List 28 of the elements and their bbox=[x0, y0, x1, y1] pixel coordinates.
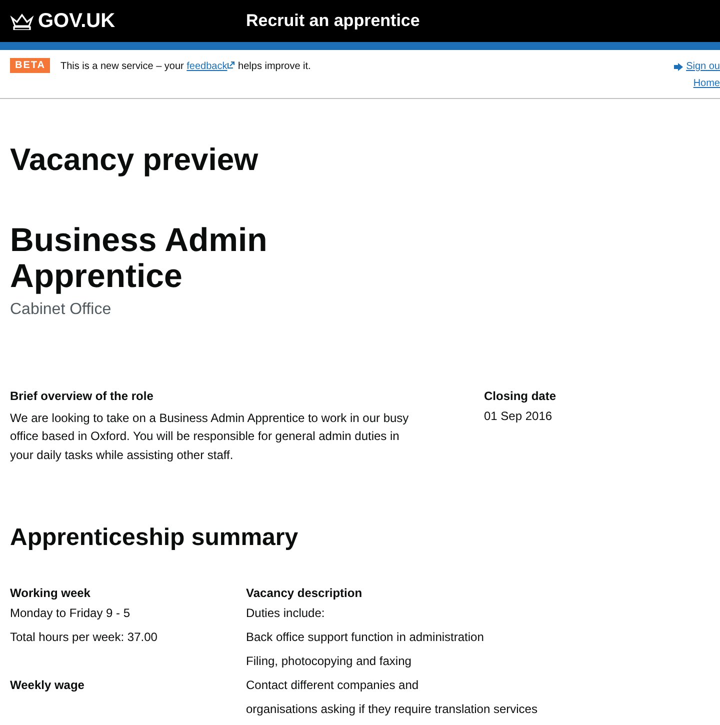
description-line: Back office support function in administration bbox=[246, 630, 485, 644]
service-name[interactable]: Recruit an apprentice bbox=[246, 11, 420, 31]
field-heading: Vacancy description bbox=[246, 586, 364, 600]
description-line: organisations asking if they require translation services bbox=[246, 702, 538, 716]
closing-date: 01 Sep 2016 bbox=[484, 408, 554, 423]
employer-name: Cabinet Office bbox=[10, 300, 112, 319]
feedback-link[interactable]: feedback bbox=[186, 61, 236, 72]
description-line: Contact different companies and bbox=[246, 678, 420, 692]
field-heading: Weekly wage bbox=[10, 678, 86, 692]
page-title: Vacancy preview bbox=[10, 142, 260, 178]
govuk-logo[interactable]: GOV.UK bbox=[38, 10, 116, 32]
crown-icon bbox=[10, 12, 34, 30]
description-line: Filing, photocopying and faxing bbox=[246, 654, 412, 668]
phase-banner-text: This is a new service – your feedback helps improve it. bbox=[60, 60, 311, 72]
overview-text: We are looking to take on a Business Admin Apprentice to work in our busy office based in Oxford. You will be responsible for general admin duties in your daily tasks while assisting other staff. bbox=[10, 410, 410, 464]
section-heading: Closing date bbox=[484, 388, 556, 403]
vacancy-title: Business Admin Apprentice bbox=[10, 222, 268, 295]
description-line: Duties include: bbox=[246, 606, 326, 620]
sign-out-link[interactable]: Sign ou bbox=[674, 61, 720, 72]
home-link[interactable]: Home bbox=[693, 78, 720, 89]
section-heading: Brief overview of the role bbox=[10, 388, 154, 403]
external-link-icon bbox=[227, 61, 236, 69]
sign-out-icon bbox=[674, 62, 684, 70]
summary-heading: Apprenticeship summary bbox=[10, 524, 300, 552]
field-value: Monday to Friday 9 - 5 bbox=[10, 606, 132, 620]
field-heading: Working week bbox=[10, 586, 92, 600]
beta-tag: BETA bbox=[10, 58, 50, 73]
field-value: Total hours per week: 37.00 bbox=[10, 630, 158, 644]
